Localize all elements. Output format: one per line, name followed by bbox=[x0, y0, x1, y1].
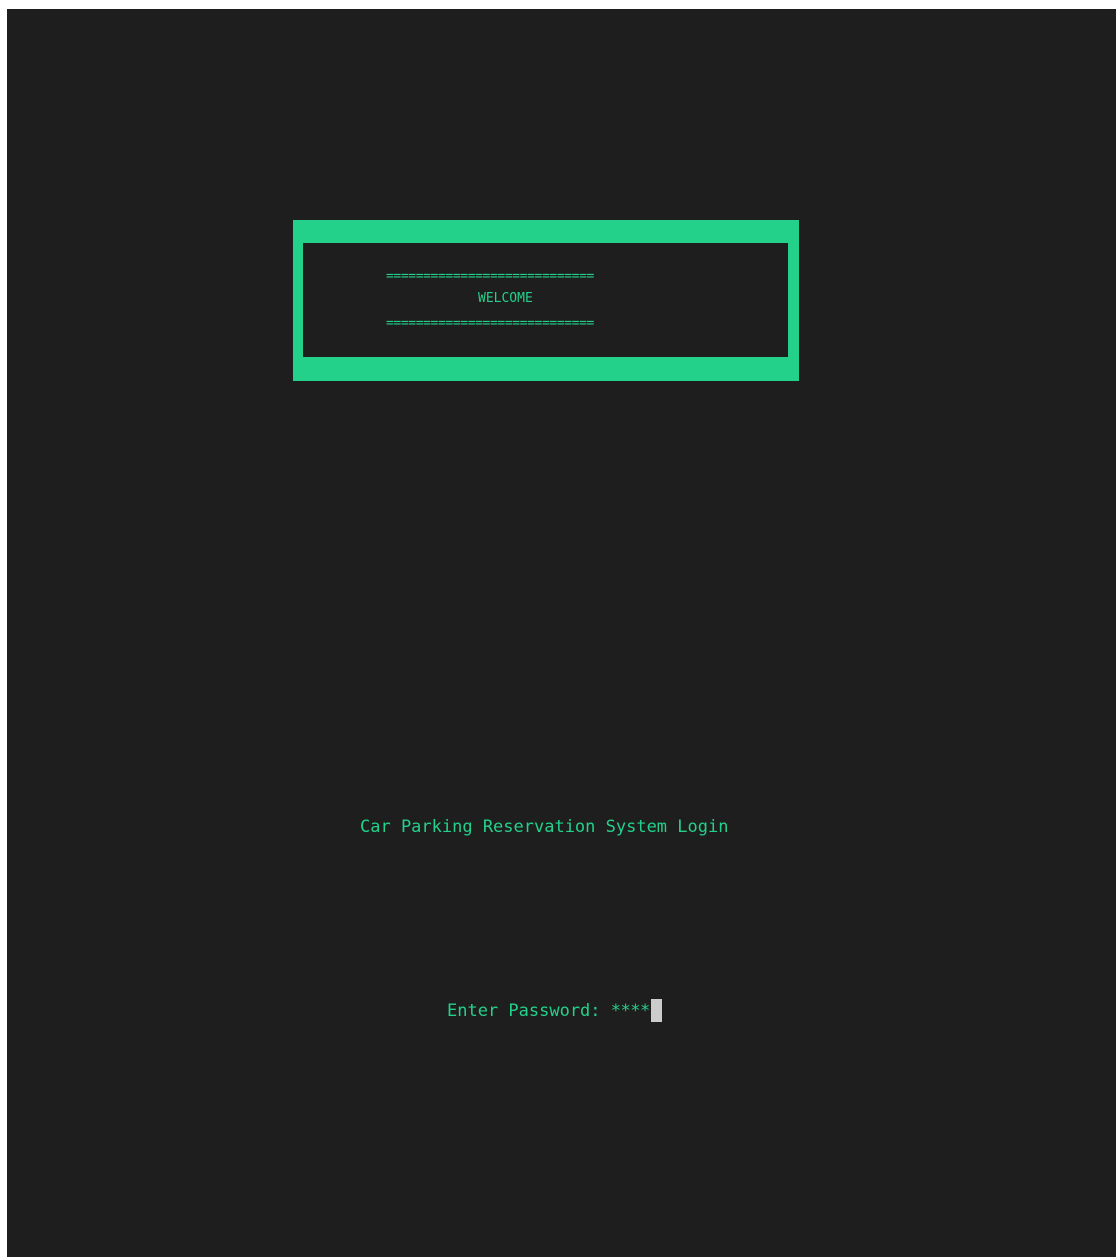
welcome-banner-inner: ============================ WELCOME ===… bbox=[303, 243, 788, 357]
text-cursor bbox=[650, 999, 662, 1022]
welcome-banner: ============================ WELCOME ===… bbox=[293, 220, 799, 381]
banner-rule-bottom: ============================ bbox=[386, 316, 594, 331]
password-input[interactable]: **** bbox=[611, 1000, 650, 1022]
login-title: Car Parking Reservation System Login bbox=[360, 817, 729, 837]
password-prompt-line[interactable]: Enter Password: **** bbox=[447, 999, 662, 1022]
password-label: Enter Password: bbox=[447, 1000, 611, 1021]
welcome-text: WELCOME bbox=[478, 291, 533, 306]
terminal-window[interactable]: ============================ WELCOME ===… bbox=[7, 9, 1116, 1257]
banner-rule-top: ============================ bbox=[386, 269, 594, 284]
